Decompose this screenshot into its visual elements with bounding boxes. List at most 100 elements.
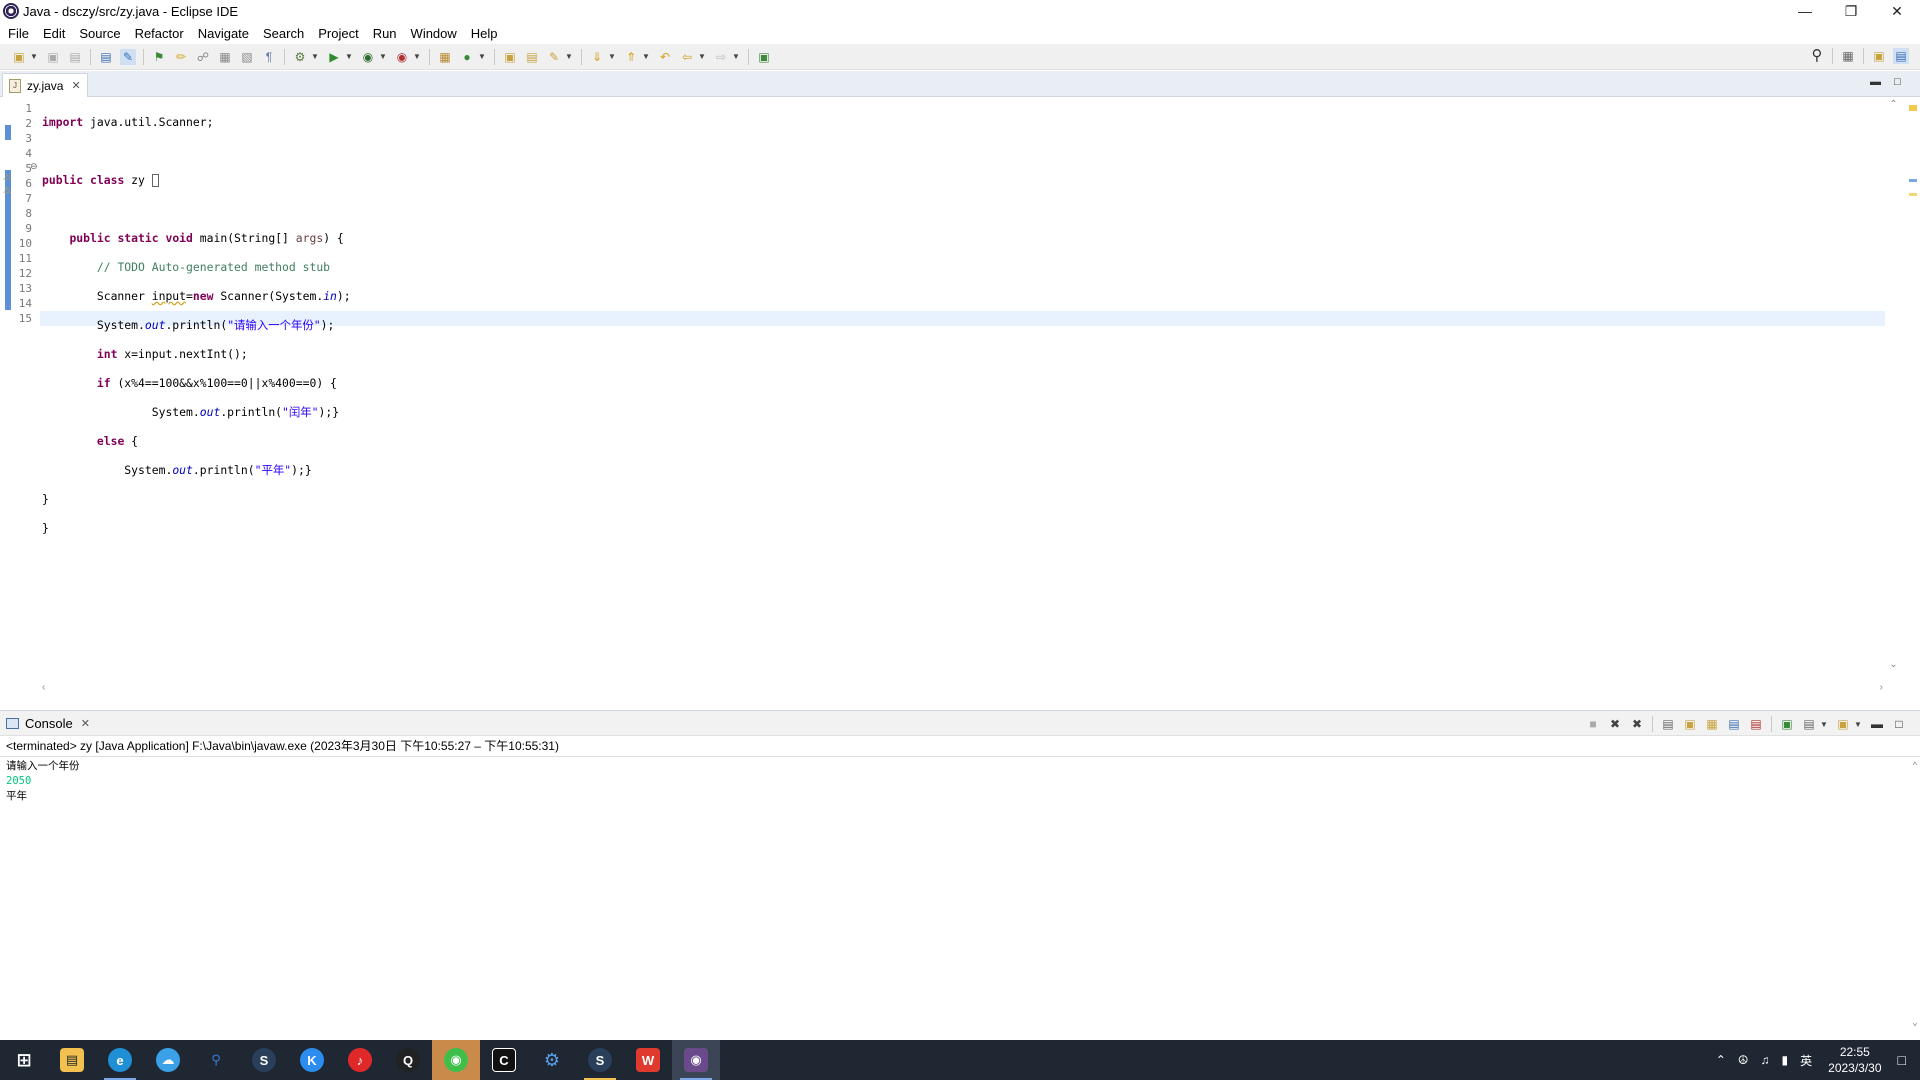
menu-navigate[interactable]: Navigate xyxy=(198,26,249,41)
new-java-class-icon[interactable]: ● xyxy=(459,49,475,65)
warning-marker-icon[interactable]: ⚠ xyxy=(3,172,11,183)
fold-toggle-icon[interactable]: ⊖ xyxy=(30,161,38,172)
external-tools-dropdown-icon[interactable]: ▼ xyxy=(413,52,421,61)
show-on-stderr-icon[interactable]: ▤ xyxy=(1748,716,1764,732)
tab-zy-java[interactable]: J zy.java ✕ xyxy=(2,73,88,97)
open-console-menu-icon[interactable]: ▼ xyxy=(1854,720,1862,729)
display-console-icon[interactable]: ▤ xyxy=(1801,716,1817,732)
open-task-icon[interactable]: ▤ xyxy=(524,49,540,65)
show-on-stdout-icon[interactable]: ▤ xyxy=(1726,716,1742,732)
close-window-button[interactable]: ✕ xyxy=(1874,0,1920,22)
run-dropdown-icon[interactable]: ▼ xyxy=(345,52,353,61)
taskbar-settings-app[interactable]: ⚙ xyxy=(528,1040,576,1080)
new-dropdown-icon[interactable]: ▼ xyxy=(30,52,38,61)
search-tool-icon[interactable]: ✎ xyxy=(546,49,562,65)
source-code[interactable]: import java.util.Scanner; public class z… xyxy=(42,101,351,564)
scroll-down-icon[interactable]: ⌄ xyxy=(1885,659,1902,670)
block-selection-icon[interactable]: ▦ xyxy=(217,49,233,65)
taskbar-search-app[interactable]: ⚲ xyxy=(192,1040,240,1080)
debug-dropdown-icon[interactable]: ▼ xyxy=(311,52,319,61)
network-icon[interactable]: ☮ xyxy=(1738,1053,1749,1067)
battery-icon[interactable]: ▮ xyxy=(1782,1053,1789,1067)
menu-edit[interactable]: Edit xyxy=(43,26,65,41)
maximize-console-icon[interactable]: □ xyxy=(1891,716,1907,732)
back-icon[interactable]: ⇦ xyxy=(679,49,695,65)
remove-launch-icon[interactable]: ✖ xyxy=(1607,716,1623,732)
console-scroll-down-icon[interactable]: ⌄ xyxy=(1912,1015,1918,1030)
link-icon[interactable]: ☍ xyxy=(195,49,211,65)
scroll-lock-icon[interactable]: ▣ xyxy=(1682,716,1698,732)
pilcrow-icon[interactable]: ¶ xyxy=(261,49,277,65)
show-whitespace-icon[interactable]: ▧ xyxy=(239,49,255,65)
save-icon[interactable]: ▣ xyxy=(45,49,61,65)
editor-horizontal-scrollbar[interactable]: ‹ › xyxy=(40,682,1885,698)
overview-marker[interactable] xyxy=(1909,193,1917,196)
previous-edit-dropdown-icon[interactable]: ▼ xyxy=(642,52,650,61)
maximize-editor-icon[interactable]: □ xyxy=(1894,77,1908,89)
close-console-tab-icon[interactable]: ✕ xyxy=(81,717,90,730)
menu-search[interactable]: Search xyxy=(263,26,304,41)
next-edit-dropdown-icon[interactable]: ▼ xyxy=(608,52,616,61)
taskbar-edge[interactable]: e xyxy=(96,1040,144,1080)
taskbar-netease-music[interactable]: ♪ xyxy=(336,1040,384,1080)
save-all-icon[interactable]: ▤ xyxy=(67,49,83,65)
menu-window[interactable]: Window xyxy=(411,26,457,41)
console-output[interactable]: 请输入一个年份 2050 平年 ⌃ ⌄ xyxy=(0,756,1920,1036)
debug-icon[interactable]: ⚙ xyxy=(292,49,308,65)
taskbar-file-explorer[interactable]: ▤ xyxy=(48,1040,96,1080)
highlight-icon[interactable]: ✏ xyxy=(173,49,189,65)
next-edit-icon[interactable]: ⇓ xyxy=(589,49,605,65)
console-scroll-up-icon[interactable]: ⌃ xyxy=(1912,759,1918,774)
menu-refactor[interactable]: Refactor xyxy=(135,26,184,41)
menu-run[interactable]: Run xyxy=(373,26,397,41)
minimize-editor-icon[interactable]: ▬ xyxy=(1870,77,1884,89)
task-marker-icon[interactable]: ⚠ xyxy=(3,185,11,196)
taskbar-app-c[interactable]: C xyxy=(480,1040,528,1080)
forward-icon[interactable]: ⇨ xyxy=(713,49,729,65)
new-java-package-icon[interactable]: ▦ xyxy=(437,49,453,65)
menu-source[interactable]: Source xyxy=(79,26,120,41)
minimize-console-icon[interactable]: ▬ xyxy=(1869,716,1885,732)
overview-marker[interactable] xyxy=(1909,179,1917,182)
menu-project[interactable]: Project xyxy=(318,26,358,41)
remove-all-terminated-icon[interactable]: ✖ xyxy=(1629,716,1645,732)
open-console-icon[interactable]: ▤ xyxy=(98,49,114,65)
code-editor[interactable]: ⚠ ⚠ 1 2 3 4 5 6 7 8 9 10 11 12 13 14 15 … xyxy=(0,97,1920,701)
clock[interactable]: 22:55 2023/3/30 xyxy=(1828,1044,1881,1076)
open-type-icon[interactable]: ▣ xyxy=(502,49,518,65)
external-tools-icon[interactable]: ◉ xyxy=(394,49,410,65)
clear-console-icon[interactable]: ▤ xyxy=(1660,716,1676,732)
taskbar-app[interactable]: ☁ xyxy=(144,1040,192,1080)
taskbar-wechat[interactable]: ◉ xyxy=(432,1040,480,1080)
scroll-left-icon[interactable]: ‹ xyxy=(42,682,45,693)
run-icon[interactable]: ▶ xyxy=(326,49,342,65)
chevron-up-icon[interactable]: ⌃ xyxy=(1716,1053,1726,1067)
search-tool-dropdown-icon[interactable]: ▼ xyxy=(565,52,573,61)
overview-ruler[interactable] xyxy=(1904,97,1920,677)
new-icon[interactable]: ▣ xyxy=(11,49,27,65)
taskbar-steam[interactable]: S xyxy=(240,1040,288,1080)
restore-button[interactable]: ❐ xyxy=(1828,0,1874,22)
new-class-dropdown-icon[interactable]: ▼ xyxy=(478,52,486,61)
java-ee-perspective-icon[interactable]: ▣ xyxy=(1871,48,1887,64)
java-perspective-icon[interactable]: ▤ xyxy=(1893,48,1909,64)
previous-edit-icon[interactable]: ⇑ xyxy=(623,49,639,65)
coverage-icon[interactable]: ◉ xyxy=(360,49,376,65)
toggle-mark-occurrences-icon[interactable]: ✎ xyxy=(120,48,136,65)
open-perspective-icon[interactable]: ▦ xyxy=(1840,48,1856,64)
next-annotation-icon[interactable]: ⚑ xyxy=(151,49,167,65)
pin-console-icon[interactable]: ▣ xyxy=(1779,716,1795,732)
forward-dropdown-icon[interactable]: ▼ xyxy=(732,52,740,61)
minimize-button[interactable]: — xyxy=(1782,0,1828,22)
menu-help[interactable]: Help xyxy=(471,26,498,41)
scroll-right-icon[interactable]: › xyxy=(1880,682,1883,693)
taskbar-wps[interactable]: W xyxy=(624,1040,672,1080)
taskbar-steam-2[interactable]: S xyxy=(576,1040,624,1080)
menu-file[interactable]: File xyxy=(8,26,29,41)
taskbar-qq[interactable]: Q xyxy=(384,1040,432,1080)
pin-editor-icon[interactable]: ▣ xyxy=(756,49,772,65)
back-dropdown-icon[interactable]: ▼ xyxy=(698,52,706,61)
taskbar-eclipse[interactable]: ◉ xyxy=(672,1040,720,1080)
start-button[interactable]: ⊞ xyxy=(0,1040,48,1080)
taskbar-kugou[interactable]: K xyxy=(288,1040,336,1080)
